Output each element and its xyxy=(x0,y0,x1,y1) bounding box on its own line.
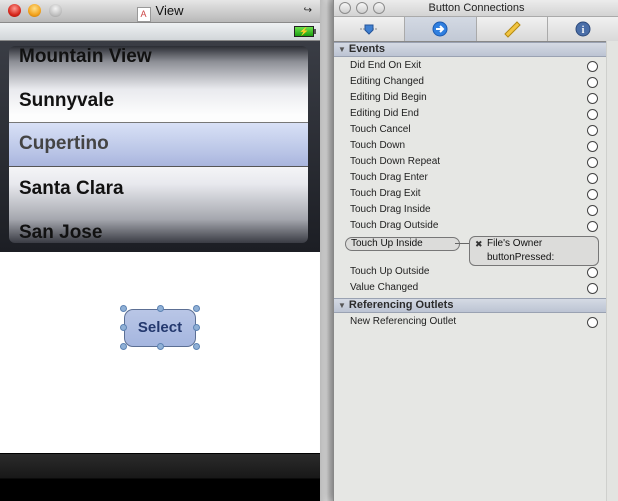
event-label: Editing Did End xyxy=(350,108,419,119)
resize-handle[interactable] xyxy=(157,305,164,312)
event-label: Touch Cancel xyxy=(350,124,411,135)
info-icon: i xyxy=(575,21,591,37)
outlets-header-label: Referencing Outlets xyxy=(348,299,454,311)
scrollbar[interactable] xyxy=(606,41,618,501)
events-header-label: Events xyxy=(348,43,385,55)
connection-circle-icon[interactable] xyxy=(587,93,598,104)
remove-connection-icon[interactable]: ✖ xyxy=(475,239,483,250)
events-section-header[interactable]: ▼ Events xyxy=(334,42,606,57)
close-button[interactable] xyxy=(339,2,351,14)
event-label: Touch Drag Exit xyxy=(350,188,421,199)
bottom-bar xyxy=(0,453,320,501)
connection-circle-icon[interactable] xyxy=(587,77,598,88)
event-label: Touch Up Outside xyxy=(350,266,430,277)
tab-size[interactable] xyxy=(477,17,548,41)
connection-circle-icon[interactable] xyxy=(587,267,598,278)
connection-line xyxy=(455,243,469,244)
connection-circle-icon[interactable] xyxy=(587,173,598,184)
tab-attributes[interactable] xyxy=(334,17,406,41)
inspector-title-bar: Button Connections xyxy=(334,0,618,16)
ruler-icon xyxy=(503,21,521,38)
resize-handle[interactable] xyxy=(120,324,127,331)
battery-icon: ⚡ xyxy=(294,26,316,37)
picker-selection-bar[interactable]: Cupertino xyxy=(9,122,308,167)
window-gap xyxy=(320,0,333,501)
resize-handle[interactable] xyxy=(120,305,127,312)
event-label: Touch Drag Enter xyxy=(350,172,428,183)
connection-circle-icon[interactable] xyxy=(587,141,598,152)
resize-handle[interactable] xyxy=(120,343,127,350)
minimize-button[interactable] xyxy=(356,2,368,14)
connection-target-box[interactable]: ✖ File's Owner buttonPressed: xyxy=(469,236,599,266)
picker-row[interactable]: San Jose xyxy=(19,222,102,243)
view-window: A View ↪ ⚡ Mountain View Sunnyvale Santa … xyxy=(0,0,320,501)
event-label: Editing Changed xyxy=(350,76,424,87)
connection-circle-icon[interactable] xyxy=(587,221,598,232)
event-label: Did End On Exit xyxy=(350,60,422,71)
event-label: Touch Drag Outside xyxy=(350,220,439,231)
event-label: Value Changed xyxy=(350,282,419,293)
connection-circle-icon[interactable] xyxy=(587,61,598,72)
referencing-outlets-header[interactable]: ▼ Referencing Outlets xyxy=(334,298,606,313)
picker-row[interactable]: Sunnyvale xyxy=(19,90,114,112)
connection-circle-icon[interactable] xyxy=(587,157,598,168)
status-bar: ⚡ xyxy=(0,23,320,41)
disclosure-triangle-icon[interactable]: ▼ xyxy=(338,299,346,312)
disclosure-triangle-icon[interactable]: ▼ xyxy=(338,43,346,56)
window-title: A View xyxy=(0,3,320,22)
resize-handle[interactable] xyxy=(193,324,200,331)
connected-event-pill[interactable]: Touch Up Inside xyxy=(345,237,460,251)
view-canvas xyxy=(0,252,320,453)
connection-circle-icon[interactable] xyxy=(587,189,598,200)
event-label: Touch Down xyxy=(350,140,406,151)
slider-icon xyxy=(360,24,379,35)
connection-target: File's Owner xyxy=(487,238,543,249)
title-bar: A View ↪ xyxy=(0,0,320,23)
document-icon: A xyxy=(136,7,151,22)
connection-circle-icon[interactable] xyxy=(587,109,598,120)
connection-circle-icon[interactable] xyxy=(587,317,598,328)
picker-row-selected[interactable]: Cupertino xyxy=(19,133,109,155)
connection-action: buttonPressed: xyxy=(487,252,555,263)
outlet-label: New Referencing Outlet xyxy=(350,316,457,327)
tab-connections[interactable] xyxy=(405,17,477,41)
event-label: Editing Did Begin xyxy=(350,92,427,103)
connection-circle-icon[interactable] xyxy=(587,283,598,294)
inspector-tabs: i xyxy=(334,16,618,42)
tab-identity[interactable]: i xyxy=(548,17,618,41)
resize-handle[interactable] xyxy=(193,343,200,350)
picker-row[interactable]: Mountain View xyxy=(19,46,152,68)
arrow-circle-icon xyxy=(432,21,448,37)
connection-circle-icon[interactable] xyxy=(587,125,598,136)
event-label: Touch Down Repeat xyxy=(350,156,441,167)
select-button[interactable]: Select xyxy=(124,309,196,347)
window-title-text: View xyxy=(155,3,184,18)
zoom-button[interactable] xyxy=(373,2,385,14)
picker-row[interactable]: Santa Clara xyxy=(19,178,124,200)
connection-circle-icon[interactable] xyxy=(587,205,598,216)
inspector-title: Button Connections xyxy=(428,2,525,14)
resize-handle[interactable] xyxy=(193,305,200,312)
inspector-panel: Button Connections i ▼ Events Did End On … xyxy=(333,0,618,501)
rotate-icon[interactable]: ↪ xyxy=(304,5,312,16)
resize-handle[interactable] xyxy=(157,343,164,350)
svg-text:i: i xyxy=(581,25,584,36)
event-label: Touch Drag Inside xyxy=(350,204,431,215)
